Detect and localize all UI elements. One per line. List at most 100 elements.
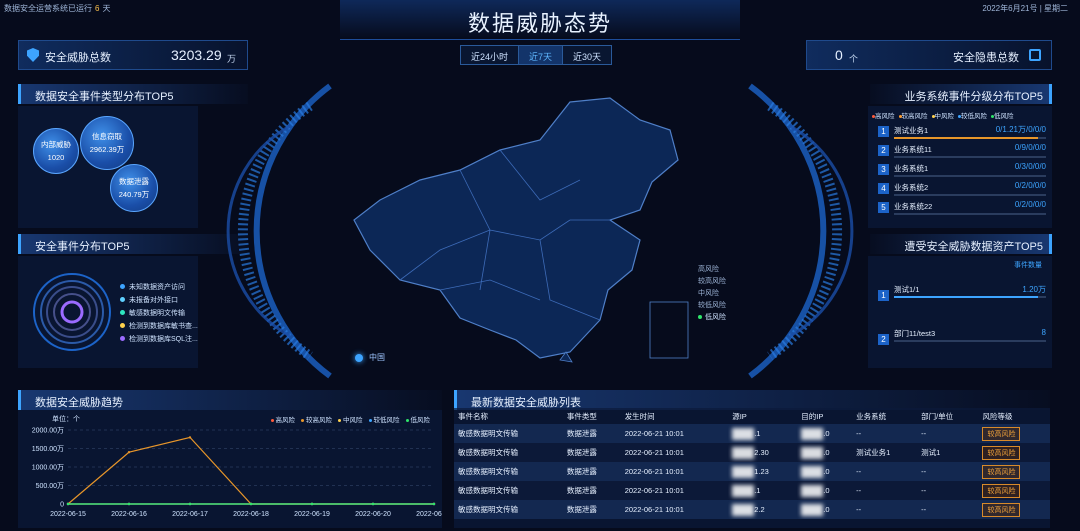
shield-icon bbox=[27, 48, 39, 62]
hidden-risk-label: 安全隐患总数 bbox=[953, 52, 1019, 64]
table-cell: -- bbox=[917, 424, 979, 443]
redacted-ip bbox=[732, 446, 755, 459]
data-point[interactable] bbox=[249, 502, 253, 506]
time-range-tabs: 近24小时 近7天 近30天 bbox=[460, 45, 613, 65]
table-cell: 敏感数据明文传输 bbox=[454, 481, 563, 500]
biz-row[interactable]: 1 测试业务1 0/1.21万/0/0/0 bbox=[878, 124, 1046, 143]
legend-item[interactable]: 未报备对外接口 bbox=[120, 293, 198, 306]
legend-label: 未知数据资产访问 bbox=[129, 283, 185, 291]
legend-dot bbox=[120, 336, 125, 341]
risk-badge: 较高风险 bbox=[982, 502, 1021, 517]
column-header: 风险等级 bbox=[982, 411, 1013, 421]
legend-item[interactable]: 敏感数据明文传输 bbox=[120, 306, 198, 319]
legend-item[interactable]: 未知数据资产访问 bbox=[120, 280, 198, 293]
data-point[interactable] bbox=[127, 502, 131, 506]
data-point[interactable] bbox=[188, 502, 192, 506]
assets-panel: 事件数量 测试1/1 1.20万 1 部门11/test3 8 2 bbox=[868, 256, 1052, 368]
map-legend: 高风险 较高风险 中风险 较低风险 低风险 bbox=[698, 264, 726, 324]
table-row[interactable]: 敏感数据明文传输 数据泄露 2022-06-21 10:01 2.2.0 -- -- 较高风… bbox=[454, 500, 1050, 519]
table-row[interactable]: 敏感数据明文传输 数据泄露 2022-06-21 10:01.1.0 -- -- 较高风险 bbox=[454, 481, 1050, 500]
bubble-data-leak[interactable]: 数据泄露 240.79万 bbox=[110, 164, 158, 212]
biz-row[interactable]: 3 业务系统1 0/3/0/0/0 bbox=[878, 162, 1046, 181]
total-threats-unit: 万 bbox=[227, 54, 237, 64]
row-bar-track bbox=[894, 296, 1046, 298]
legend-label: 未报备对外接口 bbox=[129, 296, 178, 304]
row-value: 0/3/0/0/0 bbox=[1014, 162, 1046, 171]
rank-badge: 1 bbox=[878, 126, 889, 137]
data-point[interactable] bbox=[432, 502, 436, 506]
table-cell: 敏感数据明文传输 bbox=[454, 462, 563, 481]
title-banner: 数据威胁态势 bbox=[340, 0, 740, 40]
biz-row[interactable]: 2 业务系统11 0/9/0/0/0 bbox=[878, 143, 1046, 162]
tab-7d[interactable]: 近7天 bbox=[519, 46, 564, 64]
table-cell: 较高风险 bbox=[978, 443, 1050, 462]
bubble-value: 1020 bbox=[47, 153, 65, 162]
event-dist-panel: 未知数据资产访问 未报备对外接口 敏感数据明文传输 检测到数据库敏书查... 检… bbox=[18, 256, 198, 368]
legend-label: 中风险 bbox=[934, 113, 955, 120]
table-cell: 数据泄露 bbox=[562, 500, 621, 519]
data-point[interactable] bbox=[310, 502, 314, 506]
row-value: 8 bbox=[1041, 328, 1046, 337]
table-row[interactable]: 敏感数据明文传输 数据泄露 2022-06-21 10:01 1.23.0 -- -- 较高… bbox=[454, 462, 1050, 481]
list-panel: 事件名称 事件类型 发生时间 源IP 目的IP 业务系统 部门/单位 风险等级 敏感数据明文传… bbox=[454, 408, 1050, 528]
rank-badge: 2 bbox=[878, 145, 889, 156]
table-cell: 数据泄露 bbox=[562, 424, 621, 443]
redacted-ip bbox=[801, 484, 824, 497]
china-map[interactable] bbox=[340, 90, 740, 380]
bubble-internal-threat[interactable]: 内部威胁 1020 bbox=[33, 128, 79, 174]
biz-row[interactable]: 4 业务系统2 0/2/0/0/0 bbox=[878, 181, 1046, 200]
row-bar-track bbox=[894, 340, 1046, 342]
x-tick-label: 2022-06-21 bbox=[416, 511, 442, 518]
column-header: 事件类型 bbox=[566, 411, 597, 421]
map-legend-item: 低风险 bbox=[698, 312, 726, 324]
row-bar-fill bbox=[894, 137, 1039, 139]
row-value: 0/2/0/0/0 bbox=[1014, 181, 1046, 190]
table-cell: 测试1 bbox=[917, 443, 979, 462]
tab-30d[interactable]: 近30天 bbox=[563, 46, 612, 64]
table-row[interactable]: 敏感数据明文传输 数据泄露 2022-06-21 10:01 2.30 .0 测试业务1 测… bbox=[454, 443, 1050, 462]
legend-label: 高风险 bbox=[875, 113, 895, 120]
row-name: 业务系统1 bbox=[894, 164, 929, 173]
row-name: 业务系统22 bbox=[894, 202, 933, 211]
trend-title: 数据安全威胁趋势 bbox=[18, 390, 442, 410]
column-header: 业务系统 bbox=[856, 411, 887, 421]
asset-row[interactable]: 部门11/test3 8 2 bbox=[878, 324, 1046, 368]
rank-badge: 3 bbox=[878, 164, 889, 175]
table-cell: -- bbox=[852, 481, 918, 500]
ip-suffix: 2.2 bbox=[754, 504, 765, 514]
data-point[interactable] bbox=[371, 502, 375, 506]
table-cell: 2022-06-21 10:01 bbox=[620, 462, 729, 481]
biz-row[interactable]: 5 业务系统22 0/2/0/0/0 bbox=[878, 200, 1046, 219]
row-bar-track bbox=[894, 194, 1046, 196]
location-dot-icon bbox=[355, 353, 363, 362]
row-value: 0/9/0/0/0 bbox=[1014, 143, 1046, 152]
asset-row[interactable]: 测试1/1 1.20万 1 bbox=[878, 280, 1046, 324]
bubble-name: 数据泄露 bbox=[119, 177, 149, 186]
redacted-ip bbox=[801, 446, 824, 459]
tab-24h[interactable]: 近24小时 bbox=[461, 46, 520, 64]
legend-item[interactable]: 检测到数据库SQL注... bbox=[120, 332, 198, 345]
column-header: 源IP bbox=[732, 411, 747, 421]
bubble-info-theft[interactable]: 信息窃取 2962.39万 bbox=[80, 116, 134, 170]
y-tick-label: 1000.00万 bbox=[32, 464, 64, 472]
total-threats-label: 安全威胁总数 bbox=[45, 52, 111, 64]
table-row[interactable]: 敏感数据明文传输 数据泄露 2022-06-21 10:01.1.0 -- -- 较高风险 bbox=[454, 424, 1050, 443]
table-cell: 2022-06-21 10:01 bbox=[620, 443, 729, 462]
data-point[interactable] bbox=[66, 502, 70, 506]
data-point[interactable] bbox=[188, 436, 192, 439]
ip-suffix: 2.30 bbox=[754, 447, 769, 457]
hidden-risk-value: 0 bbox=[835, 47, 843, 63]
redacted-ip bbox=[801, 503, 824, 516]
legend-item[interactable]: 检测到数据库敏书查... bbox=[120, 319, 198, 332]
series-line-较高风险[interactable] bbox=[67, 436, 434, 505]
table-cell: 敏感数据明文传输 bbox=[454, 443, 563, 462]
table-body: 敏感数据明文传输 数据泄露 2022-06-21 10:01.1.0 -- -- 较高风险… bbox=[454, 424, 1050, 519]
x-tick-label: 2022-06-18 bbox=[233, 511, 269, 518]
table-cell: -- bbox=[852, 424, 918, 443]
data-point[interactable] bbox=[127, 451, 131, 454]
map-region-marker[interactable]: 中国 bbox=[355, 352, 385, 363]
table-cell: -- bbox=[917, 462, 979, 481]
table-cell: .0 bbox=[797, 481, 853, 500]
rank-badge: 4 bbox=[878, 183, 889, 194]
left-arc-decoration bbox=[226, 83, 332, 379]
